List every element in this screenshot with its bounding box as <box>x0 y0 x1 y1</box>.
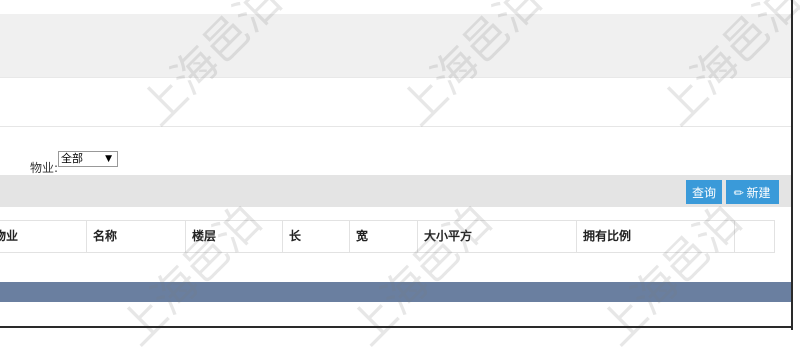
footer-band <box>0 282 791 302</box>
column-header-area[interactable]: 大小平方 <box>417 221 576 252</box>
page-header <box>0 14 791 78</box>
table-header: 物业 名称 楼层 长 宽 大小平方 拥有比例 <box>0 220 775 253</box>
column-header-actions <box>734 221 775 252</box>
dropdown-arrow-icon: ▼ <box>105 154 112 164</box>
watermark-text: 上海邑泊 <box>590 194 752 356</box>
column-header-ownership-ratio[interactable]: 拥有比例 <box>576 221 734 252</box>
watermark-text: 上海邑泊 <box>110 194 272 356</box>
blank-section <box>0 78 791 127</box>
filter-row <box>0 127 791 175</box>
query-button[interactable]: 查询 <box>686 180 722 204</box>
toolbar <box>0 175 791 207</box>
column-header-width[interactable]: 宽 <box>349 221 417 252</box>
property-select-value: 全部 <box>61 152 83 165</box>
property-select[interactable]: 全部 ▼ <box>58 151 118 167</box>
window-edge-right <box>791 0 793 330</box>
column-header-length[interactable]: 长 <box>282 221 349 252</box>
column-header-property[interactable]: 物业 <box>0 221 80 252</box>
property-filter-label: 物业: <box>30 161 59 175</box>
column-header-name[interactable]: 名称 <box>86 221 185 252</box>
column-header-floor[interactable]: 楼层 <box>185 221 282 252</box>
watermark-text: 上海邑泊 <box>340 194 502 356</box>
new-button[interactable]: ✎新建 <box>726 180 779 204</box>
window-edge-bottom <box>0 326 793 328</box>
top-band <box>0 0 791 14</box>
